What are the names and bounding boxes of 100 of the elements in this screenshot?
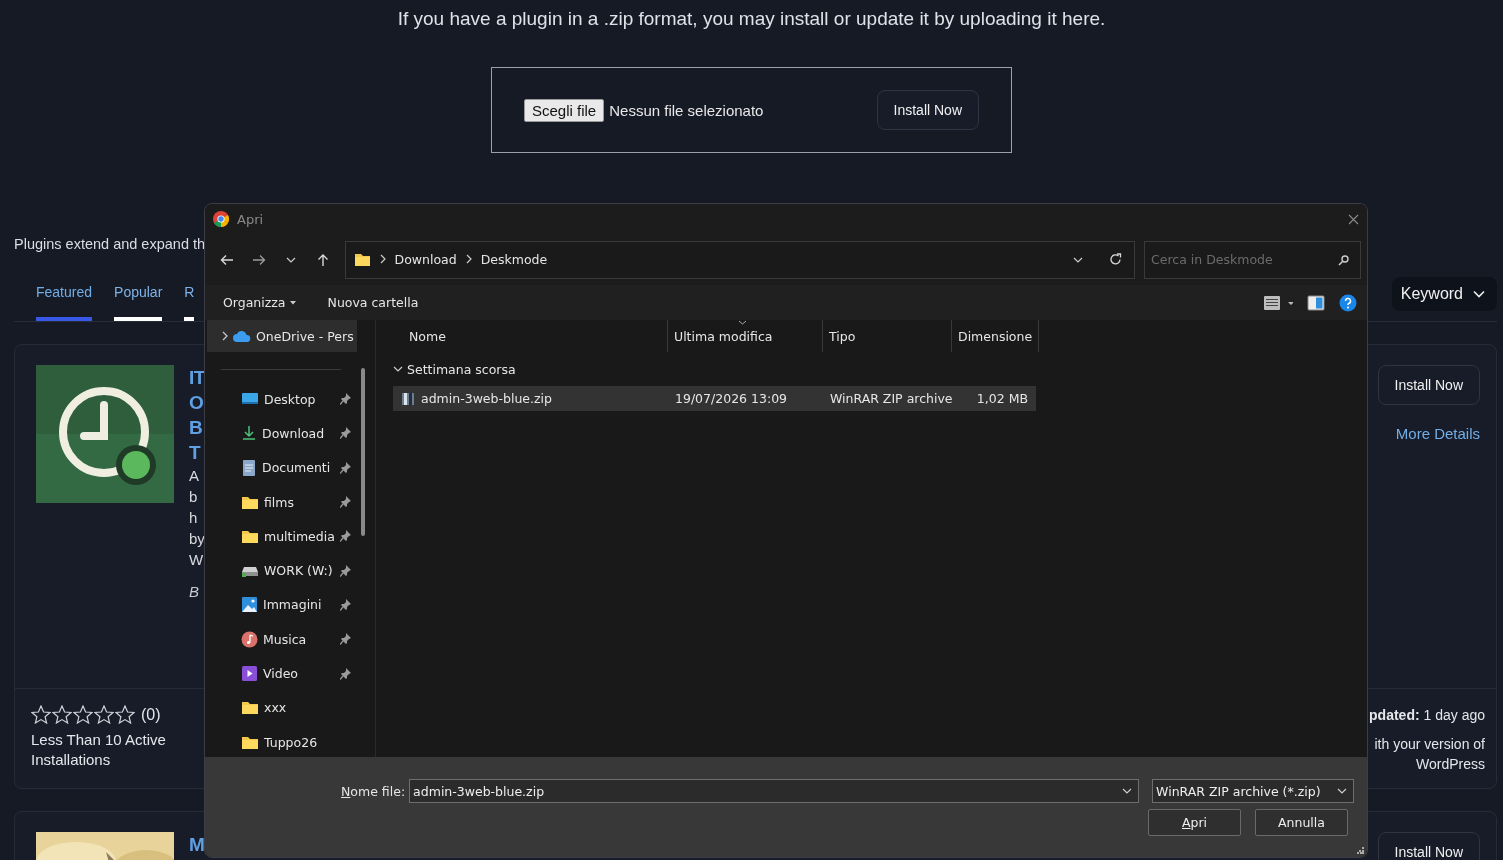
- pin-icon: [340, 633, 351, 646]
- nav-item[interactable]: WORK (W:): [207, 553, 357, 588]
- column-header[interactable]: Dimensione: [952, 320, 1039, 352]
- file-name: admin-3web-blue.zip: [421, 391, 552, 406]
- folder-icon: [241, 494, 259, 510]
- pin-icon: [340, 530, 351, 543]
- pin-icon: [340, 427, 351, 440]
- open-button[interactable]: Apri: [1148, 809, 1241, 836]
- document-icon: [241, 458, 257, 477]
- nav-item[interactable]: Tuppo26: [207, 724, 357, 757]
- preview-pane-icon[interactable]: [1307, 294, 1325, 311]
- nav-item[interactable]: films: [207, 484, 357, 520]
- folder-icon: [241, 528, 259, 544]
- install-button[interactable]: Install Now: [876, 90, 979, 130]
- file-row[interactable]: admin-3web-blue.zip 19/07/2026 13:09 WinRAR ZIP archive 1,02 MB: [393, 386, 1036, 411]
- filter-tab[interactable]: R: [184, 266, 195, 321]
- expand-chevron-icon: [221, 331, 229, 341]
- nav-item[interactable]: OneDrive - Pers: [207, 320, 357, 352]
- star-icon: [73, 705, 93, 724]
- breadcrumb[interactable]: Download: [392, 252, 459, 267]
- plugin-description: h: [189, 508, 199, 528]
- folder-icon: [241, 734, 259, 750]
- cloud-icon: [233, 329, 251, 343]
- folder-icon: [353, 252, 371, 267]
- group-label: Settimana scorsa: [407, 361, 516, 377]
- type-cell-text: WinRAR ZIP archive: [830, 391, 954, 406]
- sort-indicator-icon: [738, 320, 747, 325]
- star-icon: [115, 705, 135, 724]
- up-arrow-icon: [316, 252, 329, 267]
- breadcrumb[interactable]: Deskmode: [478, 252, 550, 267]
- column-header[interactable]: Tipo: [823, 320, 952, 352]
- size-cell-text: 1,02 MB: [975, 391, 1028, 406]
- music-icon: [241, 630, 258, 648]
- nav-item[interactable]: xxx: [207, 690, 357, 725]
- modified-cell-text: 19/07/2026 13:09: [675, 391, 789, 406]
- rating-count: (0): [141, 705, 161, 724]
- pin-icon: [340, 564, 351, 577]
- pin-icon: [340, 667, 351, 680]
- filter-tab[interactable]: Featured: [36, 266, 93, 321]
- refresh-icon[interactable]: [1109, 253, 1122, 266]
- chevron-down-icon: [285, 255, 296, 264]
- pin-icon: [340, 496, 351, 509]
- archive-icon: [401, 391, 415, 406]
- pictures-icon: [241, 596, 258, 614]
- help-icon[interactable]: [1339, 293, 1357, 312]
- group-header[interactable]: Settimana scorsa: [393, 352, 1367, 386]
- chevron-right-icon: [464, 253, 473, 264]
- view-icon[interactable]: [1263, 294, 1293, 311]
- nav-item[interactable]: Desktop: [207, 382, 357, 417]
- organize-menu[interactable]: Organizza: [217, 291, 302, 314]
- pin-icon: [340, 598, 351, 611]
- group-chevron-icon: [393, 365, 403, 373]
- plugin-description: by: [189, 529, 206, 549]
- nav-item[interactable]: Immagini: [207, 587, 357, 623]
- nav-item[interactable]: multimedia: [207, 519, 357, 554]
- file-name-field[interactable]: admin-3web-blue.zip: [409, 779, 1140, 803]
- column-header[interactable]: Ultima modifica: [668, 320, 823, 352]
- chevron-right-icon: [378, 253, 387, 264]
- nav-item[interactable]: Musica: [207, 622, 357, 657]
- forward-arrow-icon: [251, 253, 266, 266]
- file-type-dropdown[interactable]: WinRAR ZIP archive (*.zip): [1152, 779, 1355, 803]
- scrollbar[interactable]: [361, 368, 365, 536]
- new-folder-button[interactable]: Nuova cartella: [321, 291, 425, 314]
- more-details-link[interactable]: More Details: [1395, 425, 1480, 442]
- compatibility-text: ith your version of WordPress: [1373, 735, 1485, 774]
- search-type-dropdown[interactable]: Keyword: [1391, 276, 1497, 311]
- intro-text: If you have a plugin in a .zip format, you may install or update it by uploading it here.: [396, 7, 1107, 30]
- plugin-description: b: [189, 487, 199, 507]
- video-icon: [241, 665, 258, 682]
- nav-item[interactable]: Documenti: [207, 450, 357, 485]
- file-name-label: Nome file:: [341, 783, 406, 799]
- choose-file-button[interactable]: Scegli file: [524, 98, 605, 122]
- cancel-button[interactable]: Annulla: [1255, 809, 1348, 836]
- plugin-description: A: [189, 466, 200, 486]
- column-header[interactable]: Nome: [393, 320, 668, 352]
- download-icon: [241, 425, 257, 442]
- filter-tab[interactable]: Popular: [114, 266, 163, 321]
- nav-item[interactable]: Video: [207, 656, 357, 691]
- address-bar[interactable]: Download Deskmode: [344, 240, 1135, 279]
- installs-text: Less Than 10 Active Installations: [31, 730, 167, 770]
- install-button[interactable]: Install Now: [1377, 832, 1480, 860]
- star-icon: [31, 705, 51, 724]
- search-icon: [1338, 254, 1349, 266]
- pin-icon: [340, 461, 351, 474]
- search-field[interactable]: Cerca in Deskmode: [1144, 240, 1361, 279]
- install-button[interactable]: Install Now: [1377, 365, 1480, 405]
- chevron-down-icon: [1473, 289, 1485, 298]
- dropdown-icon: [1122, 787, 1133, 795]
- description-text: Plugins extend and expand th: [14, 236, 207, 252]
- pin-icon: [340, 393, 351, 406]
- folder-icon: [241, 700, 259, 716]
- back-arrow-icon: [219, 253, 234, 266]
- dropdown-icon: [1073, 255, 1083, 264]
- resize-grip-icon[interactable]: [1357, 847, 1364, 854]
- plugin-description: W: [189, 550, 205, 570]
- author-text: B: [189, 583, 200, 600]
- last-updated-text: pdated: 1 day ago: [1368, 706, 1485, 725]
- close-icon[interactable]: [1348, 213, 1359, 225]
- nav-item[interactable]: Download: [207, 416, 357, 451]
- star-icon: [52, 705, 72, 724]
